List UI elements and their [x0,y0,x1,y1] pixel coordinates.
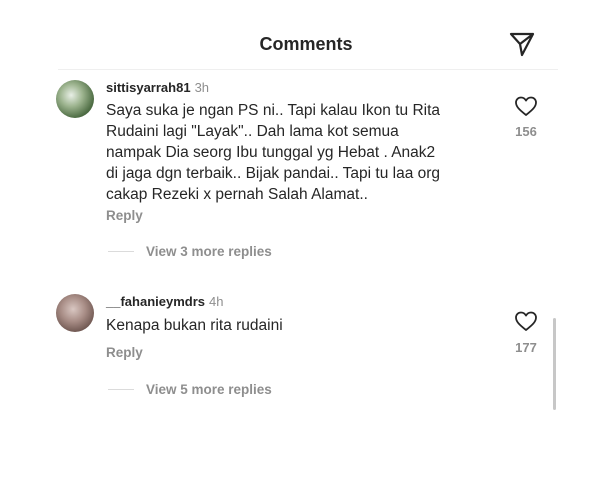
comment-text: Saya suka je ngan PS ni.. Tapi kalau Iko… [106,102,441,203]
comments-header: Comments [0,0,612,70]
header-divider [58,69,558,70]
comment-meta: __fahanieymdrs 4h [106,294,223,309]
view-replies-button[interactable]: View 3 more replies [108,244,272,259]
heart-icon[interactable] [513,94,539,118]
reply-button[interactable]: Reply [106,208,143,223]
like-count: 156 [515,124,537,139]
scrollbar[interactable] [553,318,556,410]
replies-divider-line [108,251,134,252]
view-replies-label: View 5 more replies [146,382,272,397]
heart-icon[interactable] [513,309,539,333]
comment-time: 4h [209,294,224,309]
comment-time: 3h [194,80,210,95]
comment-text: Kenapa bukan rita rudaini [106,317,283,334]
view-replies-button[interactable]: View 5 more replies [108,382,272,397]
comment-meta: sittisyarrah81 3h [106,80,209,95]
avatar[interactable] [56,80,94,118]
send-icon[interactable] [508,30,536,58]
comment-username[interactable]: __fahanieymdrs [106,294,205,309]
avatar[interactable] [56,294,94,332]
like-count: 177 [515,340,537,355]
reply-button[interactable]: Reply [106,345,143,360]
view-replies-label: View 3 more replies [146,244,272,259]
comment-username[interactable]: sittisyarrah81 [106,80,191,95]
replies-divider-line [108,389,134,390]
